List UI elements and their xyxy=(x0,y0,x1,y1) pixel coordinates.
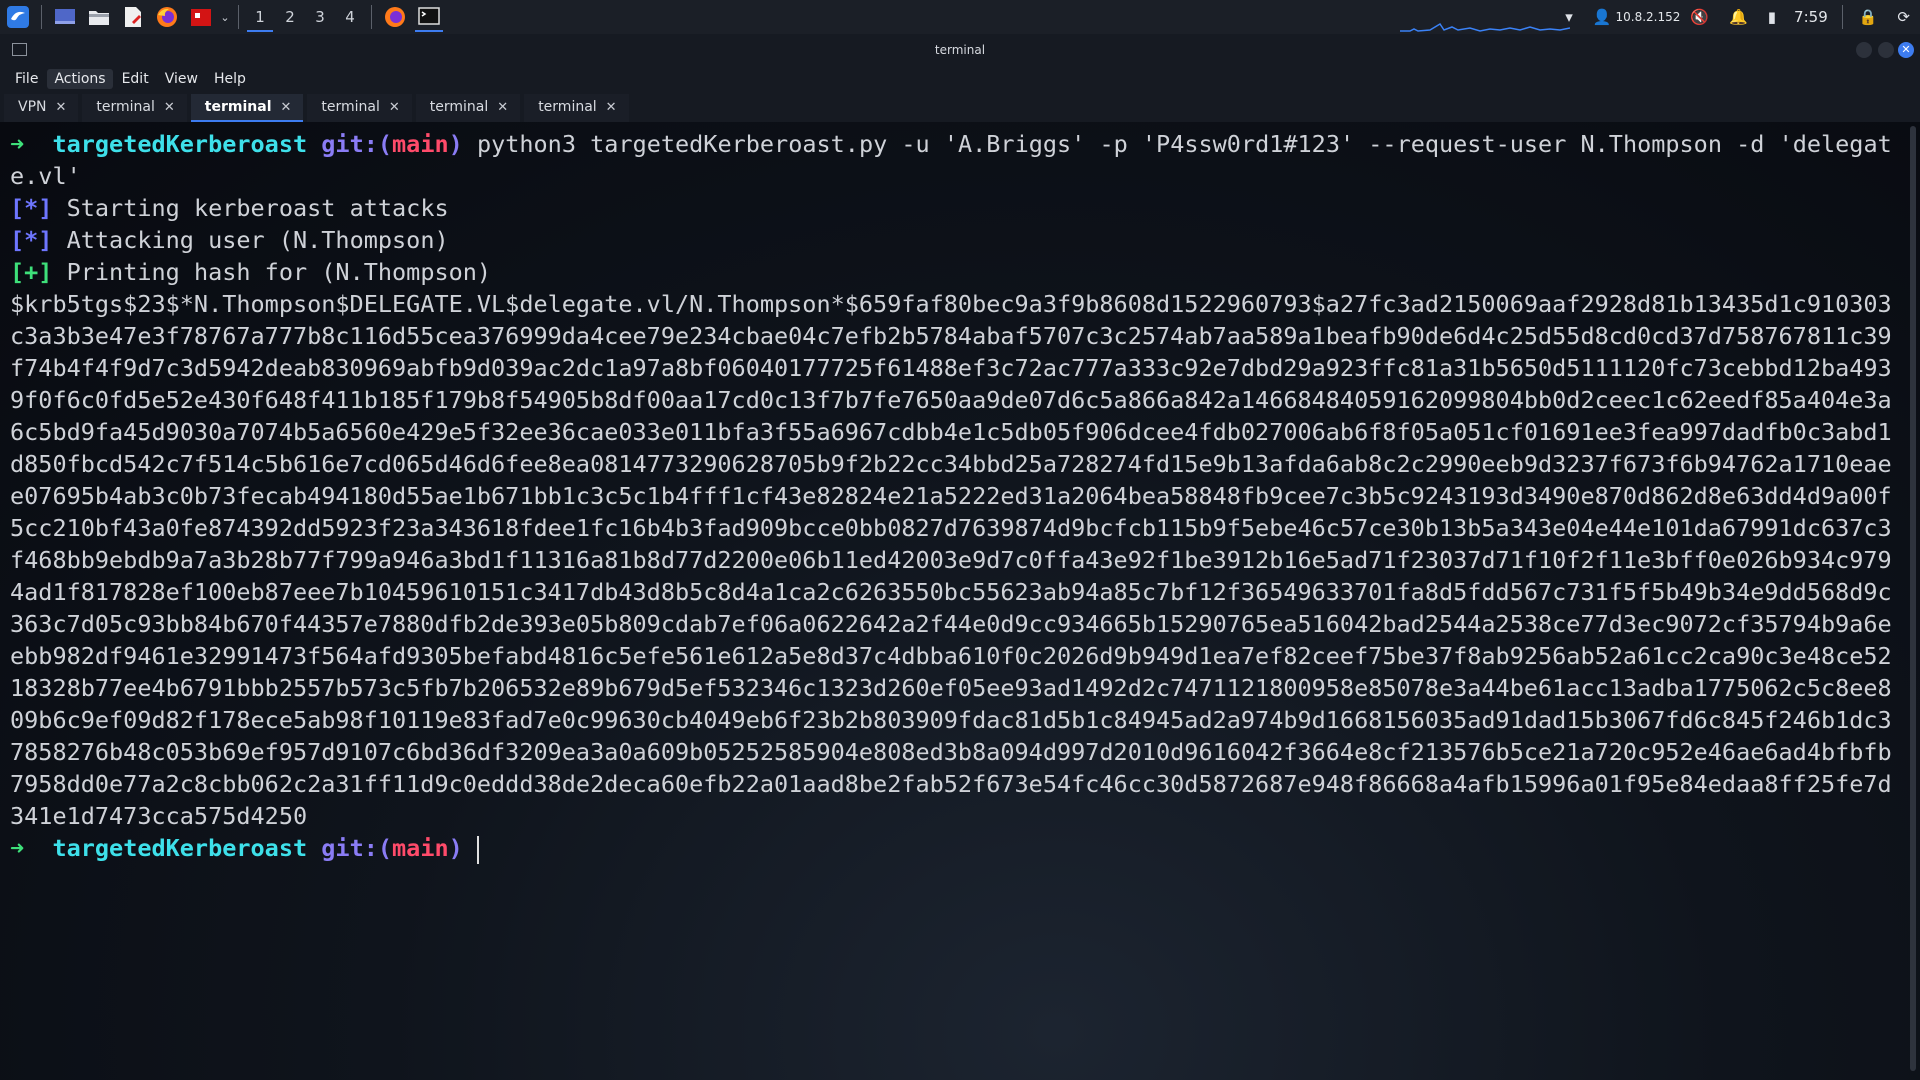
output-text: Printing hash for (N.Thompson) xyxy=(66,258,492,286)
panel-separator xyxy=(1841,5,1843,29)
mute-icon[interactable]: 🔇 xyxy=(1690,8,1709,26)
desktop-icon[interactable] xyxy=(51,3,79,31)
workspace-2[interactable]: 2 xyxy=(275,2,305,32)
terminal-task-icon[interactable] xyxy=(415,2,443,32)
tab-terminal-5[interactable]: terminal ✕ xyxy=(524,94,629,122)
tab-terminal-4[interactable]: terminal ✕ xyxy=(415,94,521,122)
tab-close-icon[interactable]: ✕ xyxy=(164,100,175,115)
tab-label: terminal xyxy=(96,99,155,115)
maximize-button[interactable] xyxy=(1878,42,1894,58)
screenshot-tool-icon[interactable] xyxy=(187,3,215,31)
status-mark: [*] xyxy=(10,226,53,254)
tab-terminal-3[interactable]: terminal ✕ xyxy=(307,94,412,122)
output-text: Starting kerberoast attacks xyxy=(66,194,449,222)
command-line: ➜ targetedKerberoast git:(main) python3 … xyxy=(10,128,1905,192)
network-activity-graph xyxy=(1400,22,1570,32)
git-prefix: git:( xyxy=(321,130,393,158)
git-branch: main xyxy=(392,130,449,158)
workspace-3[interactable]: 3 xyxy=(305,2,335,32)
close-button[interactable]: ✕ xyxy=(1898,42,1914,58)
tab-label: terminal xyxy=(204,99,272,115)
app-menu-icon[interactable] xyxy=(4,3,32,31)
kerberos-hash: $krb5tgs$23$*N.Thompson$DELEGATE.VL$dele… xyxy=(10,290,1892,830)
git-suffix: ) xyxy=(448,834,463,862)
prompt-directory: targetedKerberoast xyxy=(52,834,308,862)
output-line: [*] Starting kerberoast attacks xyxy=(10,192,1905,224)
panel-separator xyxy=(238,5,239,29)
wifi-icon[interactable]: ▾ xyxy=(1565,8,1573,26)
chevron-down-icon[interactable]: ⌄ xyxy=(218,3,232,31)
window-titlebar[interactable]: terminal ✕ xyxy=(0,34,1920,66)
window-icon[interactable] xyxy=(12,43,27,56)
tab-close-icon[interactable]: ✕ xyxy=(497,100,508,115)
bell-icon[interactable]: 🔔 xyxy=(1729,8,1748,26)
tab-bar: VPN ✕ terminal ✕ terminal ✕ terminal ✕ t… xyxy=(0,92,1920,122)
firefox-icon[interactable] xyxy=(153,3,181,31)
tab-close-icon[interactable]: ✕ xyxy=(56,100,67,115)
workspace-1[interactable]: 1 xyxy=(245,2,275,32)
tab-terminal-1[interactable]: terminal ✕ xyxy=(82,94,187,122)
menu-view[interactable]: View xyxy=(158,71,205,87)
prompt-directory: targetedKerberoast xyxy=(52,130,308,158)
tab-close-icon[interactable]: ✕ xyxy=(606,100,617,115)
status-mark: [*] xyxy=(10,194,53,222)
top-panel: ⌄ 1 2 3 4 ▾ 👤 10.8.2.152 🔇 🔔 ▮ 7:59 🔒 ⟳ xyxy=(0,0,1920,35)
tab-label: VPN xyxy=(18,99,47,115)
prompt-line: ➜ targetedKerberoast git:(main) xyxy=(10,832,1905,864)
tab-vpn[interactable]: VPN ✕ xyxy=(4,94,79,122)
firefox-task-icon[interactable] xyxy=(381,3,409,31)
tab-terminal-2[interactable]: terminal ✕ xyxy=(190,94,304,122)
status-mark: [+] xyxy=(10,258,53,286)
lock-icon[interactable]: 🔒 xyxy=(1859,8,1878,26)
terminal-view[interactable]: ➜ targetedKerberoast git:(main) python3 … xyxy=(0,122,1920,1080)
prompt-arrow: ➜ xyxy=(10,130,25,158)
window-title: terminal xyxy=(934,43,986,57)
tab-label: terminal xyxy=(429,99,489,115)
text-cursor[interactable] xyxy=(476,835,479,864)
panel-separator xyxy=(371,5,372,29)
tab-label: terminal xyxy=(321,99,380,115)
menu-edit[interactable]: Edit xyxy=(115,71,156,87)
panel-separator xyxy=(41,5,42,29)
minimize-button[interactable] xyxy=(1856,42,1872,58)
terminal-output: ➜ targetedKerberoast git:(main) python3 … xyxy=(10,128,1905,864)
text-editor-icon[interactable] xyxy=(119,3,147,31)
battery-icon[interactable]: ▮ xyxy=(1768,8,1776,26)
scrollbar[interactable] xyxy=(1910,126,1916,1071)
menu-help[interactable]: Help xyxy=(207,71,253,87)
tab-label: terminal xyxy=(538,99,597,115)
ip-address: 10.8.2.152 xyxy=(1615,10,1681,24)
menu-bar: File Actions Edit View Help xyxy=(0,66,1920,92)
tab-close-icon[interactable]: ✕ xyxy=(281,100,292,115)
file-manager-icon[interactable] xyxy=(85,3,113,31)
git-prefix: git:( xyxy=(321,834,393,862)
tab-close-icon[interactable]: ✕ xyxy=(389,100,400,115)
output-text: Attacking user (N.Thompson) xyxy=(66,226,449,254)
clock[interactable]: 7:59 xyxy=(1794,8,1828,26)
output-line: [+] Printing hash for (N.Thompson) xyxy=(10,256,1905,288)
vpn-user-icon[interactable]: 👤 xyxy=(1593,8,1612,26)
menu-file[interactable]: File xyxy=(8,71,45,87)
power-icon[interactable]: ⟳ xyxy=(1897,8,1910,26)
menu-actions[interactable]: Actions xyxy=(47,69,113,89)
git-suffix: ) xyxy=(448,130,463,158)
workspace-4[interactable]: 4 xyxy=(335,2,365,32)
system-tray: ▾ 👤 10.8.2.152 🔇 🔔 ▮ 7:59 🔒 ⟳ xyxy=(1555,0,1920,34)
prompt-arrow: ➜ xyxy=(10,834,25,862)
git-branch: main xyxy=(392,834,449,862)
output-line: [*] Attacking user (N.Thompson) xyxy=(10,224,1905,256)
